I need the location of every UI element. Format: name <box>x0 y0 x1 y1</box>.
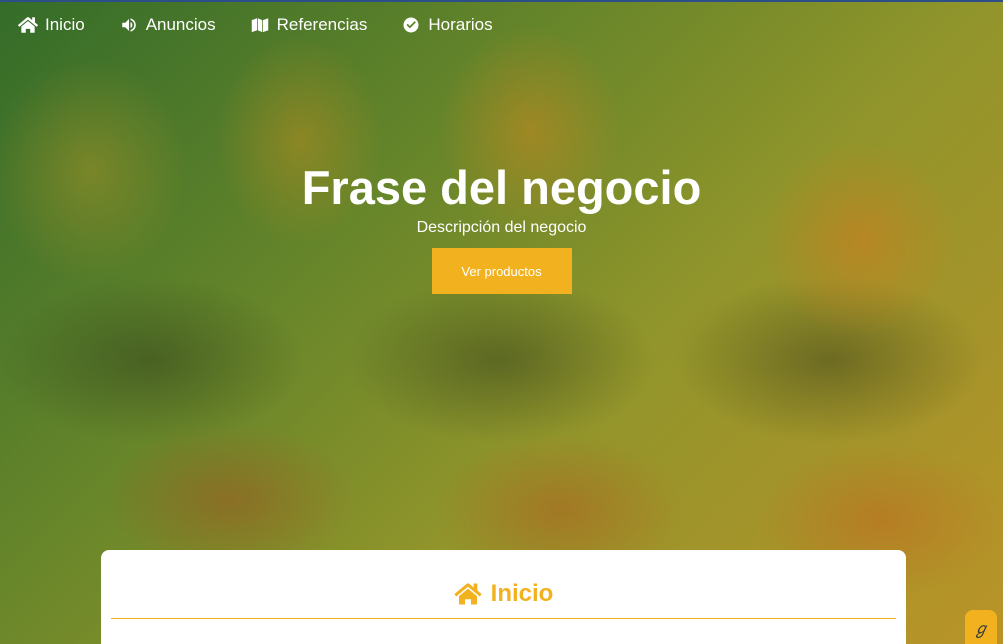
main-navbar: Inicio Anuncios Referencias Horarios <box>0 0 1003 50</box>
section-title: Inicio <box>490 580 554 607</box>
section-heading: Inicio <box>101 580 906 608</box>
hero-description: Descripción del negocio <box>416 219 587 236</box>
nav-item-label: Referencias <box>276 15 368 34</box>
section-divider <box>111 618 896 619</box>
chat-widget-icon[interactable]: ℊ <box>965 610 997 644</box>
nav-item-referencias[interactable]: Referencias <box>250 15 368 35</box>
nav-item-inicio[interactable]: Inicio <box>18 15 85 35</box>
nav-item-horarios[interactable]: Horarios <box>401 15 493 35</box>
hero-title: Frase del negocio <box>301 161 702 214</box>
ver-productos-button[interactable]: Ver productos <box>431 248 572 294</box>
content-card: Inicio <box>101 550 906 644</box>
nav-item-anuncios[interactable]: Anuncios <box>119 15 216 35</box>
home-icon <box>18 17 38 33</box>
nav-item-label: Inicio <box>45 15 85 34</box>
home-icon <box>454 583 482 605</box>
megaphone-icon <box>121 18 136 32</box>
map-icon <box>251 18 268 33</box>
check-circle-icon <box>403 17 419 33</box>
hero-section: Inicio Anuncios Referencias Horarios Fra… <box>0 0 1003 644</box>
hero-content: Frase del negocio Descripción del negoci… <box>0 158 1003 294</box>
nav-item-label: Horarios <box>428 15 493 34</box>
nav-item-label: Anuncios <box>145 15 216 34</box>
